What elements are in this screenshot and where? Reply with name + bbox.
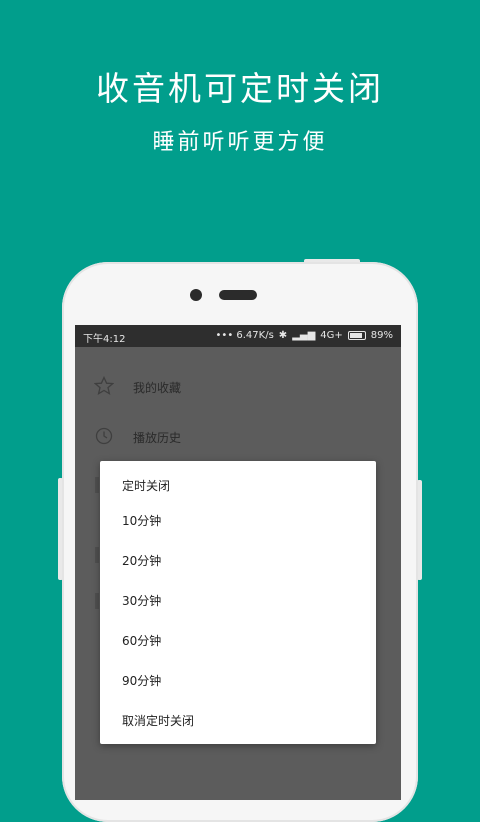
timer-option-20[interactable]: 20分钟 <box>122 552 161 569</box>
network-type: 4G+ <box>320 330 343 341</box>
camera-icon <box>190 289 202 301</box>
menu-item-favorites[interactable]: 我的收藏 <box>75 361 401 411</box>
status-time: 下午4:12 <box>83 334 126 345</box>
timer-option-60[interactable]: 60分钟 <box>122 632 161 649</box>
menu-item-label: 我的收藏 <box>133 381 182 395</box>
background-icon <box>95 547 99 563</box>
timer-option-30[interactable]: 30分钟 <box>122 592 161 609</box>
menu-item-label: 播放历史 <box>133 431 182 445</box>
timer-option-10[interactable]: 10分钟 <box>122 512 161 529</box>
cancel-timer-option[interactable]: 取消定时关闭 <box>122 712 194 729</box>
star-icon <box>94 376 114 396</box>
status-indicators: ••• 6.47K/s ✱ ▂▄▆ 4G+ 89% <box>216 330 393 341</box>
timer-option-90[interactable]: 90分钟 <box>122 672 161 689</box>
sleep-timer-dialog: 定时关闭 10分钟 20分钟 30分钟 60分钟 90分钟 取消定时关闭 <box>100 461 376 744</box>
network-speed: ••• 6.47K/s <box>215 330 274 341</box>
headline: 收音机可定时关闭 <box>96 69 384 108</box>
background-icon <box>95 593 99 609</box>
signal-icon: ▂▄▆ <box>292 330 316 341</box>
battery-level: 89% <box>370 330 393 341</box>
background-icon <box>95 477 99 493</box>
dialog-title: 定时关闭 <box>122 479 171 493</box>
speaker-grille <box>219 290 257 300</box>
status-bar: 下午4:12 ••• 6.47K/s ✱ ▂▄▆ 4G+ 89% <box>75 325 401 347</box>
subline: 睡前听听更方便 <box>152 130 328 155</box>
battery-icon <box>347 331 366 340</box>
history-icon <box>95 427 113 445</box>
menu-item-history[interactable]: 播放历史 <box>75 411 401 461</box>
bluetooth-icon: ✱ <box>278 330 288 341</box>
